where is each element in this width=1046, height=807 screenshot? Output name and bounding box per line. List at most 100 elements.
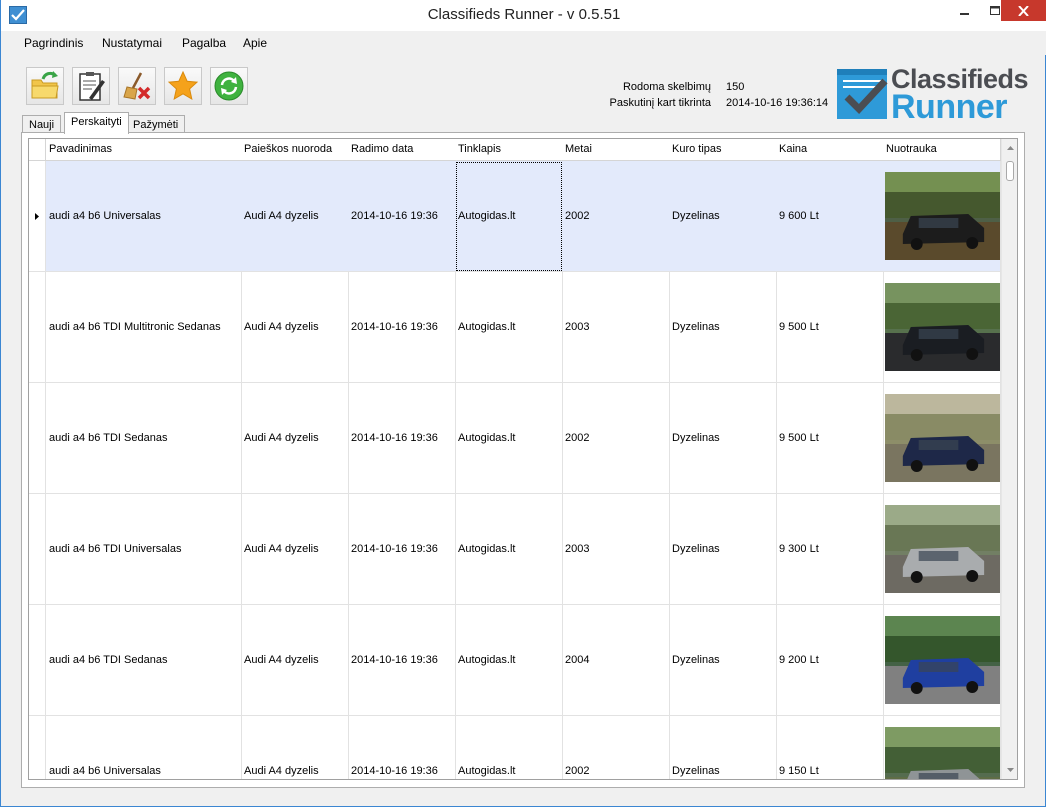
cell-search[interactable]: Audi A4 dyzelis [241, 161, 349, 272]
menu-nustatymai[interactable]: Nustatymai [102, 36, 162, 50]
cell-price[interactable]: 9 500 Lt [776, 272, 884, 383]
cell-photo[interactable] [883, 383, 1001, 494]
delete-button[interactable] [118, 67, 156, 105]
menu-pagrindinis[interactable]: Pagrindinis [24, 36, 83, 50]
table-row[interactable]: audi a4 b6 Universalas Audi A4 dyzelis 201… [29, 161, 1001, 272]
cell-year[interactable]: 2002 [562, 716, 670, 779]
vertical-scrollbar[interactable] [1001, 139, 1017, 779]
cell-date[interactable]: 2014-10-16 19:36 [348, 161, 456, 272]
scrollbar-thumb[interactable] [1006, 161, 1014, 181]
cell-site[interactable]: Autogidas.lt [455, 272, 563, 383]
row-header[interactable] [29, 383, 46, 494]
refresh-button[interactable] [210, 67, 248, 105]
column-header-price[interactable]: Kaina [776, 139, 884, 161]
cell-fuel[interactable]: Dyzelinas [669, 494, 777, 605]
cell-fuel[interactable]: Dyzelinas [669, 383, 777, 494]
cell-search-text: Audi A4 dyzelis [244, 765, 319, 777]
clipboard-edit-icon [79, 72, 105, 101]
tab-perskaityti[interactable]: Perskaityti [64, 112, 129, 134]
cell-fuel[interactable]: Dyzelinas [669, 272, 777, 383]
cell-fuel[interactable]: Dyzelinas [669, 605, 777, 716]
cell-name[interactable]: audi a4 b6 TDI Multitronic Sedanas [46, 272, 242, 383]
cell-photo[interactable] [883, 494, 1001, 605]
open-button[interactable] [26, 67, 64, 105]
car-photo [885, 172, 1000, 260]
cell-year[interactable]: 2003 [562, 494, 670, 605]
cell-site[interactable]: Autogidas.lt [455, 161, 563, 272]
cell-price-text: 9 150 Lt [779, 765, 819, 777]
table-row[interactable]: audi a4 b6 TDI Universalas Audi A4 dyzeli… [29, 494, 1001, 605]
cell-photo[interactable] [883, 161, 1001, 272]
favorite-button[interactable] [164, 67, 202, 105]
scroll-down-button[interactable] [1002, 763, 1017, 777]
table-row[interactable]: audi a4 b6 TDI Sedanas Audi A4 dyzelis 201… [29, 383, 1001, 494]
minimize-button[interactable] [951, 0, 979, 21]
cell-name[interactable]: audi a4 b6 TDI Sedanas [46, 383, 242, 494]
shown-count-label: Rodoma skelbimų [622, 81, 711, 93]
cell-year-text: 2002 [565, 210, 590, 222]
cell-price[interactable]: 9 500 Lt [776, 383, 884, 494]
cell-name[interactable]: audi a4 b6 Universalas [46, 716, 242, 779]
cell-name[interactable]: audi a4 b6 TDI Sedanas [46, 605, 242, 716]
cell-date[interactable]: 2014-10-16 19:36 [348, 272, 456, 383]
last-checked-value: 2014-10-16 19:36:14 [726, 97, 829, 109]
table-row[interactable]: audi a4 b6 TDI Multitronic Sedanas Audi A… [29, 272, 1001, 383]
cell-name[interactable]: audi a4 b6 TDI Universalas [46, 494, 242, 605]
cell-fuel[interactable]: Dyzelinas [669, 161, 777, 272]
row-header[interactable] [29, 272, 46, 383]
cell-fuel-text: Dyzelinas [672, 654, 720, 666]
cell-site[interactable]: Autogidas.lt [455, 605, 563, 716]
cell-date[interactable]: 2014-10-16 19:36 [348, 383, 456, 494]
cell-name[interactable]: audi a4 b6 Universalas [46, 161, 242, 272]
row-header[interactable] [29, 605, 46, 716]
cell-photo[interactable] [883, 716, 1001, 779]
cell-date[interactable]: 2014-10-16 19:36 [348, 605, 456, 716]
cell-site[interactable]: Autogidas.lt [455, 494, 563, 605]
cell-fuel[interactable]: Dyzelinas [669, 716, 777, 779]
cell-price[interactable]: 9 600 Lt [776, 161, 884, 272]
column-header-photo[interactable]: Nuotrauka [883, 139, 1001, 161]
close-button[interactable] [1001, 0, 1046, 21]
edit-button[interactable] [72, 67, 110, 105]
row-header-corner [29, 139, 46, 161]
column-header-year[interactable]: Metai [562, 139, 670, 161]
cell-year[interactable]: 2002 [562, 161, 670, 272]
column-header-fuel[interactable]: Kuro tipas [669, 139, 777, 161]
cell-date[interactable]: 2014-10-16 19:36 [348, 494, 456, 605]
cell-search[interactable]: Audi A4 dyzelis [241, 716, 349, 779]
cell-site[interactable]: Autogidas.lt [455, 716, 563, 779]
cell-year[interactable]: 2002 [562, 383, 670, 494]
cell-price[interactable]: 9 300 Lt [776, 494, 884, 605]
row-header[interactable] [29, 161, 46, 272]
row-header[interactable] [29, 716, 46, 779]
cell-photo[interactable] [883, 605, 1001, 716]
menu-pagalba[interactable]: Pagalba [182, 36, 226, 50]
cell-site-text: Autogidas.lt [458, 432, 516, 444]
column-header-date[interactable]: Radimo data [348, 139, 456, 161]
refresh-icon [214, 71, 244, 101]
cell-search[interactable]: Audi A4 dyzelis [241, 383, 349, 494]
cell-photo[interactable] [883, 272, 1001, 383]
row-header[interactable] [29, 494, 46, 605]
cell-date[interactable]: 2014-10-16 19:36 [348, 716, 456, 779]
cell-year[interactable]: 2003 [562, 272, 670, 383]
column-header-name[interactable]: Pavadinimas [46, 139, 242, 161]
shown-count-value: 150 [726, 81, 745, 93]
cell-search[interactable]: Audi A4 dyzelis [241, 494, 349, 605]
cell-site[interactable]: Autogidas.lt [455, 383, 563, 494]
title-bar[interactable]: Classifieds Runner - v 0.5.51 [1, 0, 1046, 31]
scroll-up-button[interactable] [1002, 141, 1017, 155]
menu-apie[interactable]: Apie [243, 36, 267, 50]
app-window: Classifieds Runner - v 0.5.51 Pagrindini… [0, 0, 1046, 807]
column-header-site[interactable]: Tinklapis [455, 139, 563, 161]
cell-price[interactable]: 9 150 Lt [776, 716, 884, 779]
table-row[interactable]: audi a4 b6 TDI Sedanas Audi A4 dyzelis 201… [29, 605, 1001, 716]
column-header-search[interactable]: Paieškos nuoroda [241, 139, 349, 161]
table-row[interactable]: audi a4 b6 Universalas Audi A4 dyzelis 201… [29, 716, 1001, 779]
cell-year[interactable]: 2004 [562, 605, 670, 716]
cell-search[interactable]: Audi A4 dyzelis [241, 272, 349, 383]
last-checked-label: Paskutinį kart tikrinta [609, 97, 711, 109]
cell-search[interactable]: Audi A4 dyzelis [241, 605, 349, 716]
menu-bar: Pagrindinis Nustatymai Pagalba Apie [2, 31, 1046, 55]
cell-price[interactable]: 9 200 Lt [776, 605, 884, 716]
